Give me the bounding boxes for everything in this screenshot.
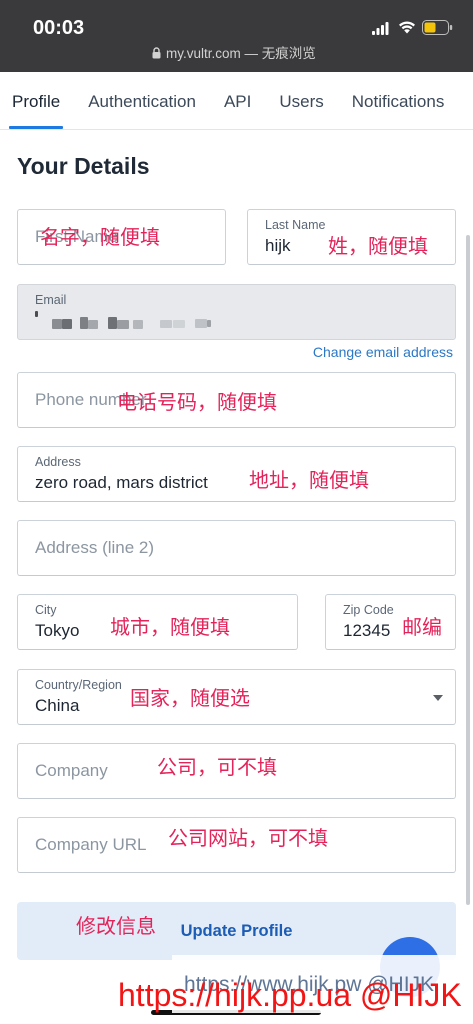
- country-value: China: [35, 696, 80, 715]
- wifi-icon: [398, 20, 416, 34]
- clock: 00:03: [33, 17, 85, 39]
- battery-icon: [422, 20, 453, 35]
- city-input[interactable]: [35, 620, 285, 642]
- city-field[interactable]: City: [17, 594, 298, 650]
- signal-icon: [372, 21, 390, 35]
- city-label: City: [35, 603, 57, 617]
- address-field[interactable]: Address: [17, 446, 456, 502]
- email-blurred-value: [35, 311, 215, 333]
- first-name-field[interactable]: [17, 209, 226, 265]
- change-email-link[interactable]: Change email address: [313, 343, 453, 361]
- status-bar: 00:03 my.vultr.com — 无痕浏览: [0, 0, 473, 72]
- company-url-field[interactable]: [17, 817, 456, 873]
- address-label: Address: [35, 455, 81, 469]
- email-field: Email: [17, 284, 456, 340]
- country-select[interactable]: Country/Region China: [17, 669, 456, 725]
- zip-code-field[interactable]: Zip Code: [325, 594, 456, 650]
- last-name-input[interactable]: [265, 235, 443, 257]
- tab-authentication[interactable]: Authentication: [88, 88, 196, 116]
- company-url-input[interactable]: [35, 834, 443, 856]
- address-line2-input[interactable]: [35, 537, 443, 559]
- address-input[interactable]: [35, 472, 443, 494]
- zip-code-label: Zip Code: [343, 603, 394, 617]
- phone-input[interactable]: [35, 389, 443, 411]
- last-name-field[interactable]: Last Name: [247, 209, 456, 265]
- chevron-down-icon: [433, 695, 443, 701]
- tab-notifications[interactable]: Notifications: [352, 88, 445, 116]
- company-field[interactable]: [17, 743, 456, 799]
- company-input[interactable]: [35, 760, 443, 782]
- first-name-input[interactable]: [35, 226, 213, 248]
- address-bar-url[interactable]: my.vultr.com — 无痕浏览: [166, 45, 316, 63]
- phone-field[interactable]: [17, 372, 456, 428]
- tab-profile[interactable]: Profile: [8, 88, 64, 129]
- email-label: Email: [35, 293, 67, 307]
- country-label: Country/Region: [35, 678, 122, 692]
- scrollbar[interactable]: [466, 235, 470, 905]
- tab-divider: [0, 129, 473, 130]
- watermark-main: https://hijk.pp.ua @HIJK: [118, 977, 462, 1013]
- tab-api[interactable]: API: [224, 88, 251, 116]
- zip-code-input[interactable]: [343, 620, 443, 642]
- page-title: Your Details: [17, 153, 150, 179]
- tab-bar: Profile Authentication API Users Notific…: [8, 88, 445, 129]
- lock-icon: [152, 47, 161, 59]
- address-line2-field[interactable]: [17, 520, 456, 576]
- last-name-label: Last Name: [265, 218, 326, 232]
- tab-users[interactable]: Users: [279, 88, 323, 116]
- screen: 00:03 my.vultr.com — 无痕浏览 Profile Authen…: [0, 0, 473, 1024]
